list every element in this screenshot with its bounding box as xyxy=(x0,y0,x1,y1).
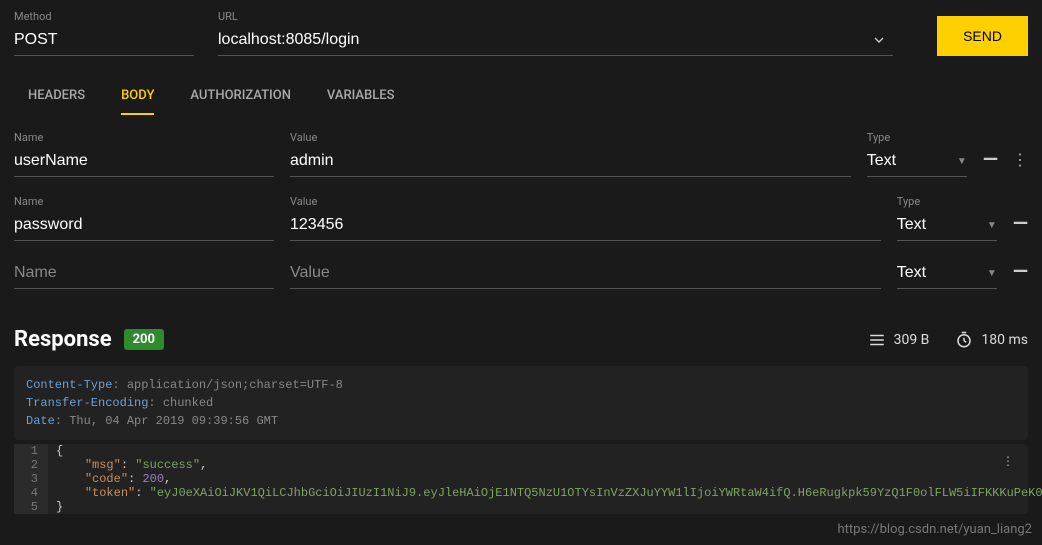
body-value-input[interactable] xyxy=(290,148,851,177)
method-input[interactable] xyxy=(14,27,194,56)
response-time: 180 ms xyxy=(981,332,1028,348)
response-body-block: ⋮ 1{ 2 "msg": "success", 3 "code": 200, … xyxy=(14,444,1028,514)
response-size: 309 B xyxy=(894,332,930,348)
body-name-input[interactable] xyxy=(14,148,274,177)
caret-down-icon[interactable]: ▼ xyxy=(987,268,997,279)
body-name-label: Name xyxy=(14,195,274,208)
body-type-select[interactable] xyxy=(897,260,997,289)
row-menu-icon[interactable]: ⋮ xyxy=(1012,150,1028,169)
body-value-input-empty[interactable] xyxy=(290,260,881,289)
size-icon xyxy=(868,331,886,349)
body-name-input-empty[interactable] xyxy=(14,260,274,289)
chevron-down-icon[interactable] xyxy=(871,32,887,48)
clock-icon xyxy=(955,331,973,349)
response-headers-block: Content-Type: application/json;charset=U… xyxy=(14,366,1028,440)
response-menu-icon[interactable]: ⋮ xyxy=(1002,454,1014,469)
url-label: URL xyxy=(218,10,893,23)
watermark: https://blog.csdn.net/yuan_liang2 xyxy=(838,522,1033,537)
tab-variables[interactable]: VARIABLES xyxy=(327,88,395,115)
body-value-input[interactable] xyxy=(290,212,881,241)
body-type-select[interactable] xyxy=(867,148,967,177)
caret-down-icon[interactable]: ▼ xyxy=(957,156,967,167)
body-name-input[interactable] xyxy=(14,212,274,241)
send-button[interactable]: SEND xyxy=(937,16,1028,56)
response-title: Response xyxy=(14,327,112,352)
caret-down-icon[interactable]: ▼ xyxy=(987,220,997,231)
remove-row-button[interactable]: — xyxy=(983,147,998,171)
body-name-label: Name xyxy=(14,131,274,144)
tab-headers[interactable]: HEADERS xyxy=(28,88,85,115)
body-type-select[interactable] xyxy=(897,212,997,241)
remove-row-button[interactable]: — xyxy=(1013,259,1028,283)
method-label: Method xyxy=(14,10,194,23)
body-type-label: Type xyxy=(867,131,967,144)
body-value-label: Value xyxy=(290,195,881,208)
body-value-label: Value xyxy=(290,131,851,144)
body-type-label: Type xyxy=(897,195,997,208)
status-badge: 200 xyxy=(124,329,164,350)
tab-body[interactable]: BODY xyxy=(121,88,154,115)
tab-authorization[interactable]: AUTHORIZATION xyxy=(190,88,291,115)
url-input[interactable] xyxy=(218,27,893,56)
remove-row-button[interactable]: — xyxy=(1013,211,1028,235)
